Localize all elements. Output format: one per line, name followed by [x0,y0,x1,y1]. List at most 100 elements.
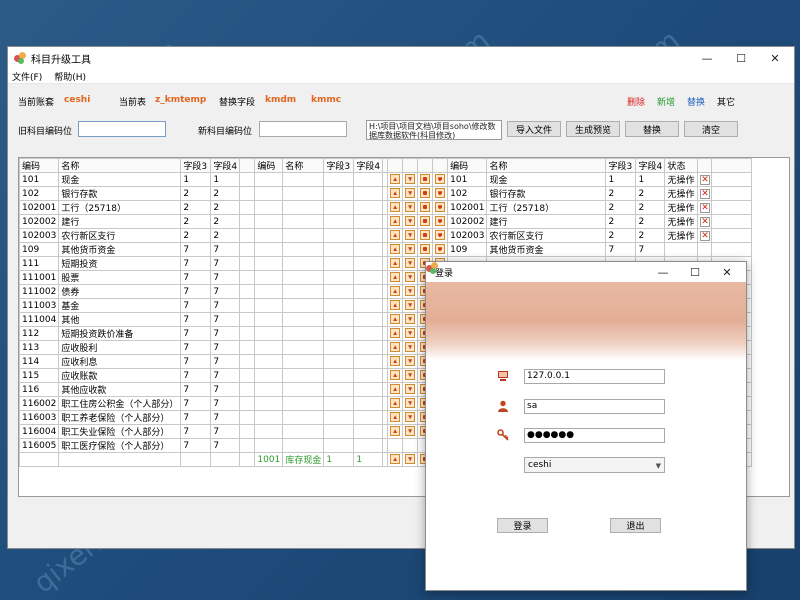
cell: 无操作 [664,214,699,229]
move-up-icon[interactable] [390,328,401,339]
move-down-icon[interactable] [405,342,416,353]
move-down-icon[interactable] [405,398,416,409]
move-down-icon[interactable] [405,384,416,395]
pin-icon[interactable] [435,216,446,227]
table-row[interactable]: 109 其他货币资金 7 7 109 其他货币资金 7 7 [19,242,753,257]
delete-icon[interactable]: ✕ [699,202,710,213]
login-maximize-button[interactable]: ☐ [678,262,712,282]
maximize-button[interactable]: ☐ [724,47,758,69]
move-up-icon[interactable] [390,174,401,185]
move-up-icon[interactable] [390,202,401,213]
move-up-icon[interactable] [390,384,401,395]
delete-icon[interactable]: ✕ [699,230,710,241]
delete-icon[interactable]: ✕ [699,188,710,199]
move-up-icon[interactable] [390,216,401,227]
move-up-icon[interactable] [390,314,401,325]
move-down-icon[interactable] [405,314,416,325]
pin-icon[interactable] [435,230,446,241]
hand-icon[interactable] [420,174,431,185]
move-down-icon[interactable] [405,370,416,381]
move-down-icon[interactable] [405,454,416,465]
server-field[interactable]: 127.0.0.1 [524,369,665,384]
cell: 102002 [19,214,60,229]
pin-icon[interactable] [435,174,446,185]
move-up-icon[interactable] [390,426,401,437]
clear-button[interactable]: 清空 [684,121,738,137]
action-cell [402,242,419,257]
move-down-icon[interactable] [405,202,416,213]
move-up-icon[interactable] [390,412,401,423]
old-code-input[interactable] [78,121,166,137]
cell: 其他货币资金 [58,242,182,257]
move-up-icon[interactable] [390,370,401,381]
cell: 其他应收款 [58,382,182,397]
move-up-icon[interactable] [390,342,401,353]
login-minimize-button[interactable]: — [646,262,680,282]
table-row[interactable]: 102001 工行（25718） 2 2 102001 工行（25718） 2 2 无操作 ✕ [19,200,753,215]
cell [282,172,325,187]
delete-cell: ✕ [697,200,713,215]
delete-icon[interactable]: ✕ [699,174,710,185]
move-down-icon[interactable] [405,258,416,269]
action-cell [402,326,419,341]
move-up-icon[interactable] [390,300,401,311]
menu-help[interactable]: 帮助(H) [54,70,86,83]
move-down-icon[interactable] [405,412,416,423]
move-down-icon[interactable] [405,188,416,199]
pin-icon[interactable] [435,244,446,255]
cell [19,452,60,467]
move-down-icon[interactable] [405,230,416,241]
cell [254,270,284,285]
import-file-button[interactable]: 导入文件 [507,121,561,137]
table-row[interactable]: 102003 农行新区支行 2 2 102003 农行新区支行 2 2 无操作 ✕ [19,228,753,243]
move-up-icon[interactable] [390,286,401,297]
database-select[interactable]: ceshi ▼ [524,457,665,473]
move-down-icon[interactable] [405,272,416,283]
menu-file[interactable]: 文件(F) [12,70,42,83]
move-up-icon[interactable] [390,272,401,283]
table-row[interactable]: 101 现金 1 1 101 现金 1 1 无操作 ✕ [19,172,753,187]
move-down-icon[interactable] [405,216,416,227]
username-field[interactable]: sa [524,399,665,414]
hand-icon[interactable] [420,216,431,227]
replace-button[interactable]: 替换 [625,121,679,137]
move-down-icon[interactable] [405,286,416,297]
move-up-icon[interactable] [390,244,401,255]
move-down-icon[interactable] [405,426,416,437]
login-close-button[interactable]: ✕ [710,262,744,282]
minimize-button[interactable]: — [690,47,724,69]
move-up-icon[interactable] [390,356,401,367]
pin-icon[interactable] [435,188,446,199]
spacer-cell [711,228,753,243]
move-down-icon[interactable] [405,356,416,367]
cell: 7 [210,396,241,411]
close-button[interactable]: ✕ [758,47,792,69]
move-up-icon[interactable] [390,258,401,269]
move-up-icon[interactable] [390,230,401,241]
table-row[interactable]: 102002 建行 2 2 102002 建行 2 2 无操作 ✕ [19,214,753,229]
move-down-icon[interactable] [405,244,416,255]
new-code-input[interactable] [259,121,347,137]
cell [353,228,384,243]
move-up-icon[interactable] [390,398,401,409]
hand-icon[interactable] [420,230,431,241]
hand-icon[interactable] [420,202,431,213]
table-row[interactable]: 102 银行存款 2 2 102 银行存款 2 2 无操作 ✕ [19,186,753,201]
hand-icon[interactable] [420,244,431,255]
pin-icon[interactable] [435,202,446,213]
cell [254,298,284,313]
password-field[interactable]: ●●●●●● [524,428,665,443]
cell [282,186,325,201]
generate-preview-button[interactable]: 生成预览 [566,121,620,137]
move-up-icon[interactable] [390,454,401,465]
delete-icon[interactable]: ✕ [699,216,710,227]
move-down-icon[interactable] [405,328,416,339]
move-up-icon[interactable] [390,188,401,199]
move-down-icon[interactable] [405,174,416,185]
file-path-field[interactable]: H:\项目\项目文档\项目soho\修改数据库数据软件(科目修改) [366,120,502,140]
hand-icon[interactable] [420,188,431,199]
exit-button[interactable]: 退出 [610,518,661,533]
login-button[interactable]: 登录 [497,518,548,533]
cell [254,200,284,215]
move-down-icon[interactable] [405,300,416,311]
